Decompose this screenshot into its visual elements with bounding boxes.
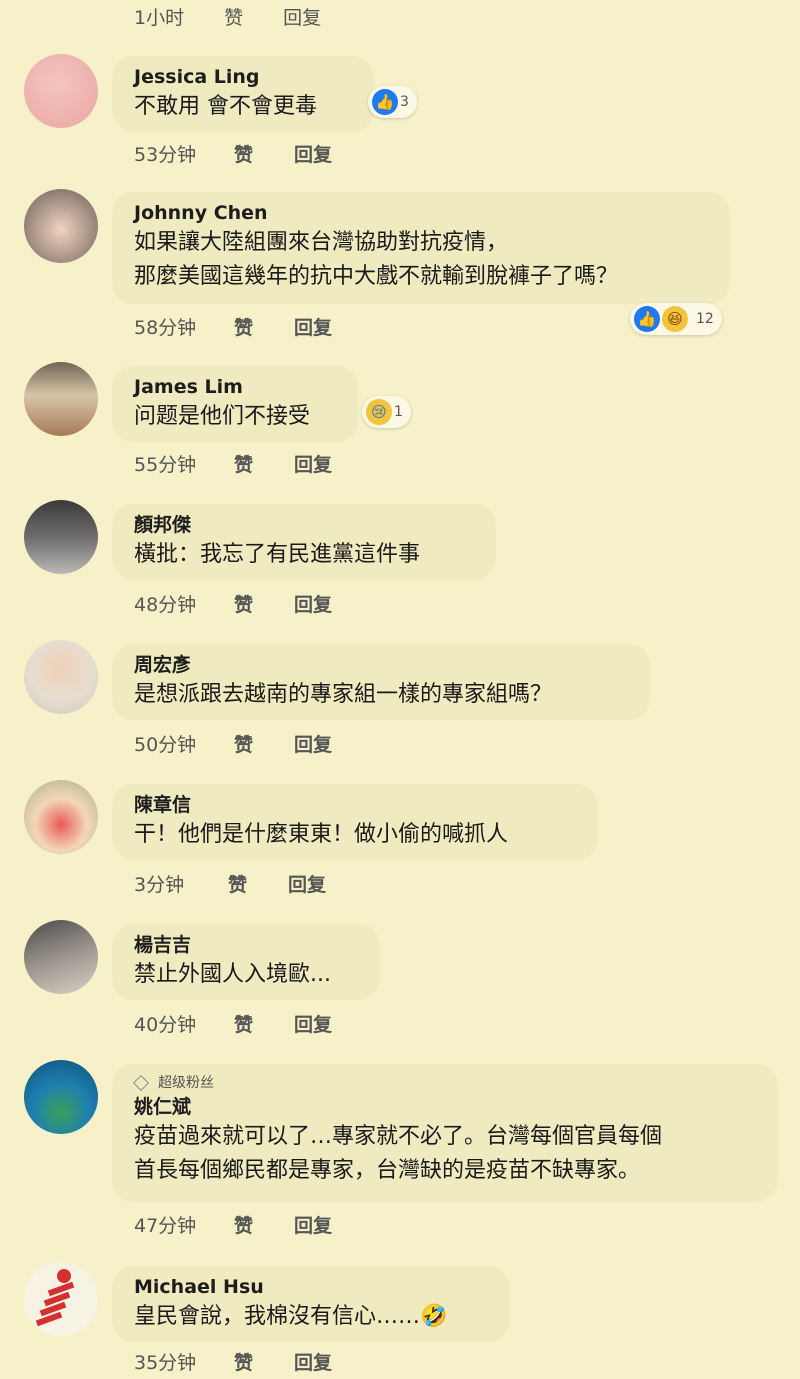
comment-time: 48分钟 bbox=[134, 594, 197, 616]
comment-time: 55分钟 bbox=[134, 454, 197, 476]
like-button[interactable]: 赞 bbox=[234, 450, 294, 477]
comment-text: 不敢用 會不會更毒 bbox=[134, 94, 317, 119]
comment-time: 47分钟 bbox=[134, 1215, 197, 1237]
comment-bubble: Michael Hsu 皇民會說，我棉沒有信心……🤣 bbox=[112, 1266, 510, 1342]
avatar[interactable] bbox=[24, 54, 98, 128]
comment-actions: 35分钟 赞 回复 bbox=[134, 1348, 332, 1375]
commenter-name[interactable]: 陳章信 bbox=[134, 792, 576, 818]
comment-time: 58分钟 bbox=[134, 317, 197, 339]
reaction-count: 12 bbox=[696, 311, 714, 327]
comment-bubble: 陳章信 干！他們是什麼東東！做小偷的喊抓人 bbox=[112, 784, 598, 860]
reply-button[interactable]: 回复 bbox=[294, 1211, 332, 1238]
avatar[interactable] bbox=[24, 640, 98, 714]
reply-button[interactable]: 回复 bbox=[294, 590, 332, 617]
like-button[interactable]: 赞 bbox=[234, 140, 294, 167]
comment-text: 皇民會說，我棉沒有信心……🤣 bbox=[134, 1304, 448, 1329]
avatar[interactable] bbox=[24, 780, 98, 854]
comment-text: 那麼美國這幾年的抗中大戲不就輸到脫褲子了嗎？ bbox=[134, 264, 619, 289]
comment-time: 1小时 bbox=[134, 6, 185, 29]
comment-bubble: Jessica Ling 不敢用 會不會更毒 bbox=[112, 56, 374, 132]
commenter-name[interactable]: 周宏彥 bbox=[134, 652, 628, 678]
reaction-summary[interactable]: 😢 1 bbox=[362, 396, 411, 428]
comment-text: 首長每個鄉民都是專家，台灣缺的是疫苗不缺專家。 bbox=[134, 1158, 641, 1183]
comment-text: 是想派跟去越南的專家組一樣的專家組嗎？ bbox=[134, 682, 553, 707]
reply-button[interactable]: 回复 bbox=[294, 313, 332, 340]
top-comment-actions: 1小时 赞 回复 bbox=[134, 2, 361, 30]
comment-actions: 48分钟 赞 回复 bbox=[134, 590, 332, 617]
comment-actions: 50分钟 赞 回复 bbox=[134, 730, 332, 757]
reaction-count: 1 bbox=[394, 404, 403, 420]
avatar[interactable] bbox=[24, 1060, 98, 1134]
comment-time: 3分钟 bbox=[134, 874, 185, 896]
like-button[interactable]: 赞 bbox=[224, 3, 243, 30]
badge-label: 超级粉丝 bbox=[158, 1075, 214, 1091]
sad-icon: 😢 bbox=[366, 399, 392, 425]
like-button[interactable]: 赞 bbox=[234, 1010, 294, 1037]
like-button[interactable]: 赞 bbox=[234, 590, 294, 617]
avatar[interactable] bbox=[24, 362, 98, 436]
haha-icon: 😆 bbox=[662, 306, 688, 332]
reaction-count: 3 bbox=[400, 94, 409, 110]
comment-actions: 3分钟 赞 回复 bbox=[134, 870, 326, 897]
top-fan-badge: 超级粉丝 bbox=[133, 1072, 756, 1094]
comment-bubble: 超级粉丝 姚仁斌 疫苗過來就可以了…專家就不必了。台灣每個官員每個 首長每個鄉民… bbox=[112, 1064, 778, 1202]
reply-button[interactable]: 回复 bbox=[294, 1010, 332, 1037]
avatar[interactable] bbox=[24, 500, 98, 574]
avatar[interactable] bbox=[24, 920, 98, 994]
comment-time: 50分钟 bbox=[134, 734, 197, 756]
reply-button[interactable]: 回复 bbox=[288, 870, 326, 897]
comment-actions: 55分钟 赞 回复 bbox=[134, 450, 332, 477]
commenter-name[interactable]: Michael Hsu bbox=[134, 1274, 488, 1300]
like-button[interactable]: 赞 bbox=[228, 870, 288, 897]
comment-bubble: 周宏彥 是想派跟去越南的專家組一樣的專家組嗎？ bbox=[112, 644, 650, 720]
comment-time: 53分钟 bbox=[134, 144, 197, 166]
firecracker-icon bbox=[35, 1269, 75, 1327]
like-button[interactable]: 赞 bbox=[234, 1211, 294, 1238]
comment-time: 40分钟 bbox=[134, 1014, 197, 1036]
comment-text: 疫苗過來就可以了…專家就不必了。台灣每個官員每個 bbox=[134, 1124, 663, 1149]
commenter-name[interactable]: 顏邦傑 bbox=[134, 512, 474, 538]
comment-time: 35分钟 bbox=[134, 1352, 197, 1374]
reply-button[interactable]: 回复 bbox=[294, 730, 332, 757]
like-button[interactable]: 赞 bbox=[234, 313, 294, 340]
commenter-name[interactable]: Johnny Chen bbox=[134, 200, 708, 226]
commenter-name[interactable]: Jessica Ling bbox=[134, 64, 352, 90]
commenter-name[interactable]: 姚仁斌 bbox=[134, 1094, 756, 1120]
thumbs-up-icon: 👍 bbox=[634, 306, 660, 332]
comment-actions: 53分钟 赞 回复 bbox=[134, 140, 332, 167]
reply-button[interactable]: 回复 bbox=[294, 140, 332, 167]
comment-bubble: Johnny Chen 如果讓大陸組團來台灣協助對抗疫情， 那麼美國這幾年的抗中… bbox=[112, 192, 730, 304]
reaction-summary[interactable]: 👍 😆 12 bbox=[630, 303, 722, 335]
commenter-name[interactable]: James Lim bbox=[134, 374, 336, 400]
comment-text: 橫批：我忘了有民進黨這件事 bbox=[134, 542, 421, 567]
reaction-summary[interactable]: 👍 3 bbox=[368, 86, 417, 118]
like-button[interactable]: 赞 bbox=[234, 1348, 294, 1375]
comment-actions: 40分钟 赞 回复 bbox=[134, 1010, 332, 1037]
reply-button[interactable]: 回复 bbox=[294, 450, 332, 477]
commenter-name[interactable]: 楊吉吉 bbox=[134, 932, 358, 958]
diamond-icon bbox=[133, 1075, 149, 1091]
comment-text: 禁止外國人入境歐... bbox=[134, 962, 331, 987]
comment-actions: 58分钟 赞 回复 bbox=[134, 313, 332, 340]
comment-text: 问题是他们不接受 bbox=[134, 404, 311, 429]
comment-text: 干！他們是什麼東東！做小偷的喊抓人 bbox=[134, 822, 509, 847]
comment-actions: 47分钟 赞 回复 bbox=[134, 1211, 332, 1238]
comment-bubble: 楊吉吉 禁止外國人入境歐... bbox=[112, 924, 380, 1000]
reply-button[interactable]: 回复 bbox=[283, 3, 321, 30]
comment-bubble: James Lim 问题是他们不接受 bbox=[112, 366, 358, 442]
comment-text: 如果讓大陸組團來台灣協助對抗疫情， bbox=[134, 230, 509, 255]
like-button[interactable]: 赞 bbox=[234, 730, 294, 757]
comment-bubble: 顏邦傑 橫批：我忘了有民進黨這件事 bbox=[112, 504, 496, 580]
avatar[interactable] bbox=[24, 1262, 98, 1336]
reply-button[interactable]: 回复 bbox=[294, 1348, 332, 1375]
avatar[interactable] bbox=[24, 189, 98, 263]
thumbs-up-icon: 👍 bbox=[372, 89, 398, 115]
